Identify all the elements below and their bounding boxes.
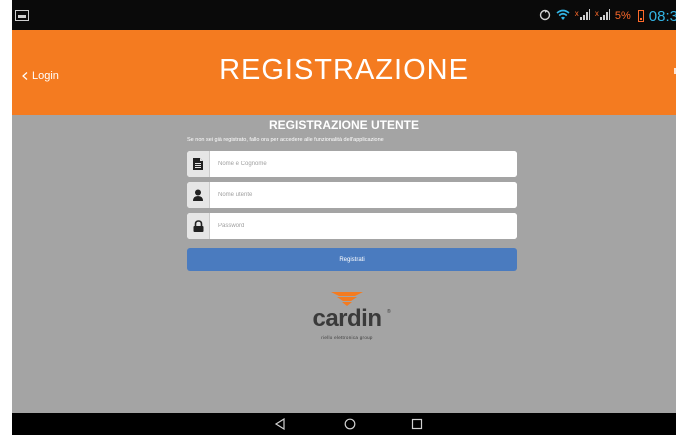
battery-percent: 5% bbox=[614, 10, 631, 22]
password-input[interactable] bbox=[210, 213, 517, 239]
wifi-icon bbox=[556, 9, 570, 24]
cardin-logo: cardin ® riello elettronica group bbox=[302, 291, 392, 347]
status-icons: x x 5% 08:3 bbox=[539, 6, 676, 26]
document-icon bbox=[187, 151, 210, 177]
signal-icon: x bbox=[595, 9, 610, 23]
full-name-input[interactable] bbox=[210, 151, 517, 177]
battery-icon bbox=[637, 10, 644, 22]
back-icon[interactable] bbox=[272, 416, 288, 432]
password-field bbox=[187, 213, 517, 239]
user-icon bbox=[187, 182, 210, 208]
username-input[interactable] bbox=[210, 182, 517, 208]
status-bar: x x 5% 08:3 bbox=[12, 0, 676, 30]
notification-icon bbox=[15, 10, 29, 21]
lock-icon bbox=[187, 213, 210, 239]
recents-icon[interactable] bbox=[409, 416, 425, 432]
home-icon[interactable] bbox=[342, 416, 358, 432]
signal-icon: x bbox=[575, 9, 590, 23]
registration-form: REGISTRAZIONE UTENTE Se non sei già regi… bbox=[12, 115, 676, 413]
navigation-bar bbox=[12, 413, 676, 435]
register-button[interactable]: Registrati bbox=[187, 248, 517, 271]
sync-icon bbox=[539, 9, 551, 24]
logo-wordmark: cardin bbox=[312, 305, 382, 332]
logo-tagline: riello elettronica group bbox=[321, 335, 373, 340]
device-screen: x x 5% 08:3 Login REGISTRAZIONE REGISTRA… bbox=[12, 0, 676, 435]
form-heading: REGISTRAZIONE UTENTE bbox=[268, 118, 419, 132]
logo-registered-mark: ® bbox=[387, 309, 391, 315]
username-field bbox=[187, 182, 517, 208]
clock: 08:3 bbox=[648, 7, 676, 25]
form-subtitle: Se non sei già registrato, fallo ora per… bbox=[187, 137, 384, 143]
page-title: REGISTRAZIONE bbox=[219, 54, 469, 86]
full-name-field bbox=[187, 151, 517, 177]
app-header: Login REGISTRAZIONE bbox=[12, 30, 676, 115]
